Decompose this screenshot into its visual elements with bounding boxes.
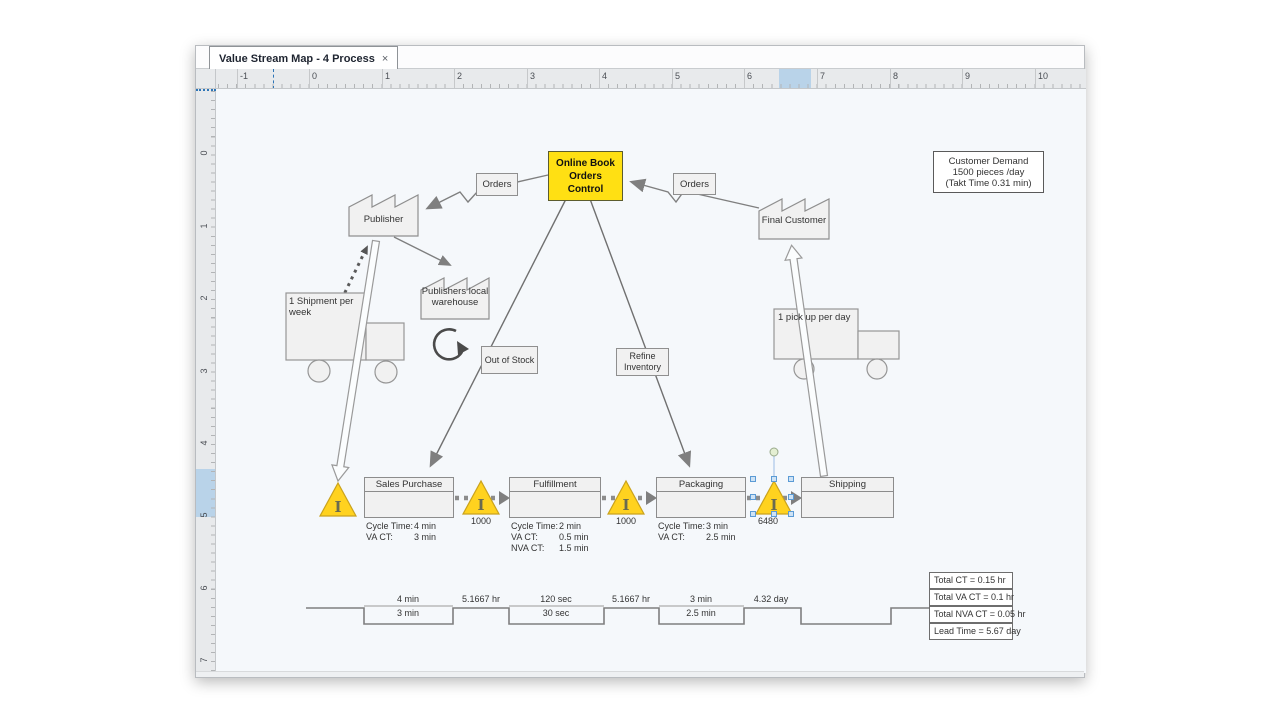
inventory-icon: I <box>477 496 484 514</box>
process-sales-purchase[interactable]: Sales Purchase <box>364 477 454 518</box>
vruler-label: 0 <box>197 146 211 160</box>
truck-right-label: 1 pick up per day <box>778 312 858 323</box>
hruler-label: 3 <box>530 71 535 81</box>
vruler-label: 5 <box>197 508 211 522</box>
loop-arrow-icon[interactable] <box>434 329 469 359</box>
orders-box-right[interactable]: Orders <box>673 173 716 195</box>
inventory-qty: 1000 <box>463 516 499 526</box>
process-data-row: Cycle Time:4 min <box>366 521 436 532</box>
process-title: Sales Purchase <box>365 478 453 492</box>
publisher-label: Publisher <box>349 214 418 225</box>
tab-bar: Value Stream Map - 4 Process × <box>196 46 1084 69</box>
app-window: Value Stream Map - 4 Process × -1 0 1 2 … <box>195 45 1085 678</box>
ruler-corner <box>196 69 216 89</box>
truck-left-label: 1 Shipment per week <box>289 296 363 318</box>
hruler-label: 7 <box>820 71 825 81</box>
inventory-qty: 6480 <box>750 516 786 526</box>
hruler-label: 9 <box>965 71 970 81</box>
hruler-label: 0 <box>312 71 317 81</box>
process-data-row: VA CT:0.5 min <box>511 532 589 543</box>
vruler-label: 3 <box>197 364 211 378</box>
process-data-row: NVA CT:1.5 min <box>511 543 589 554</box>
hruler-label: 5 <box>675 71 680 81</box>
info-arrow-control-to-salespurchase[interactable] <box>431 199 566 465</box>
hruler-label: 10 <box>1038 71 1048 81</box>
customer-demand-box[interactable]: Customer Demand 1500 pieces /day (Takt T… <box>933 151 1044 193</box>
control-center-box[interactable]: Online Book Orders Control <box>548 151 623 201</box>
process-title: Packaging <box>657 478 745 492</box>
document-tab[interactable]: Value Stream Map - 4 Process × <box>209 46 398 70</box>
tab-title: Value Stream Map - 4 Process <box>219 53 375 65</box>
process-data-row: Cycle Time:2 min <box>511 521 581 532</box>
guide-marker <box>196 89 216 91</box>
process-title: Shipping <box>802 478 893 492</box>
inventory-icon: I <box>622 496 629 514</box>
inventory-icon: I <box>334 498 341 516</box>
vruler-label: 7 <box>197 653 211 667</box>
timeline-wait-label: 5.1667 hr <box>601 594 661 604</box>
timeline-wait-label: 4.32 day <box>741 594 801 604</box>
timeline-va-label: 30 sec <box>526 608 586 618</box>
vruler-label: 4 <box>197 436 211 450</box>
shipment-arrow-publisher-to-inventory[interactable] <box>330 240 385 483</box>
timeline-cycle-label: 3 min <box>671 594 731 604</box>
hruler-label: 1 <box>385 71 390 81</box>
horizontal-ruler[interactable]: -1 0 1 2 3 4 5 6 7 8 9 10 <box>216 69 1086 89</box>
lead-time-box[interactable]: Lead Time = 5.67 day <box>929 623 1013 640</box>
screen: Value Stream Map - 4 Process × -1 0 1 2 … <box>0 0 1280 720</box>
vruler-label: 2 <box>197 291 211 305</box>
hruler-label: 2 <box>457 71 462 81</box>
drawing-canvas[interactable]: I I I I <box>216 89 1086 673</box>
refine-inventory-box[interactable]: Refine Inventory <box>616 348 669 376</box>
tab-close-icon[interactable]: × <box>382 53 388 65</box>
timeline-cycle-label: 120 sec <box>526 594 586 604</box>
rotation-handle[interactable] <box>770 448 778 456</box>
process-shipping[interactable]: Shipping <box>801 477 894 518</box>
hruler-label: 8 <box>893 71 898 81</box>
vertical-ruler[interactable]: 0 1 2 3 4 5 6 7 <box>196 89 216 673</box>
guide-marker <box>273 69 274 89</box>
timeline-va-label: 3 min <box>378 608 438 618</box>
process-data-row: VA CT:3 min <box>366 532 436 543</box>
orders-box-left[interactable]: Orders <box>476 173 518 196</box>
inventory-qty: 1000 <box>608 516 644 526</box>
vruler-label: 6 <box>197 581 211 595</box>
process-fulfillment[interactable]: Fulfillment <box>509 477 601 518</box>
horizontal-scrollbar[interactable] <box>196 671 1084 677</box>
total-ct-box[interactable]: Total CT = 0.15 hr <box>929 572 1013 589</box>
total-va-ct-box[interactable]: Total VA CT = 0.1 hr <box>929 589 1013 606</box>
timeline-va-label: 2.5 min <box>671 608 731 618</box>
process-data-row: VA CT:2.5 min <box>658 532 736 543</box>
process-title: Fulfillment <box>510 478 600 492</box>
out-of-stock-box[interactable]: Out of Stock <box>481 346 538 374</box>
info-arrow-control-to-packaging[interactable] <box>590 199 689 465</box>
vruler-label: 1 <box>197 219 211 233</box>
hruler-label: 4 <box>602 71 607 81</box>
timeline-cycle-label: 4 min <box>378 594 438 604</box>
timeline-wait-label: 5.1667 hr <box>451 594 511 604</box>
hruler-label: 6 <box>747 71 752 81</box>
shipment-arrow-shipping-to-customer[interactable] <box>783 244 832 477</box>
process-data-row: Cycle Time:3 min <box>658 521 728 532</box>
arrow-publisher-to-warehouse[interactable] <box>394 237 450 265</box>
total-nva-ct-box[interactable]: Total NVA CT = 0.05 hr <box>929 606 1013 623</box>
process-packaging[interactable]: Packaging <box>656 477 746 518</box>
final-customer-label: Final Customer <box>759 215 829 226</box>
warehouse-label: Publishers localwarehouse <box>417 286 493 308</box>
hruler-label: -1 <box>240 71 248 81</box>
